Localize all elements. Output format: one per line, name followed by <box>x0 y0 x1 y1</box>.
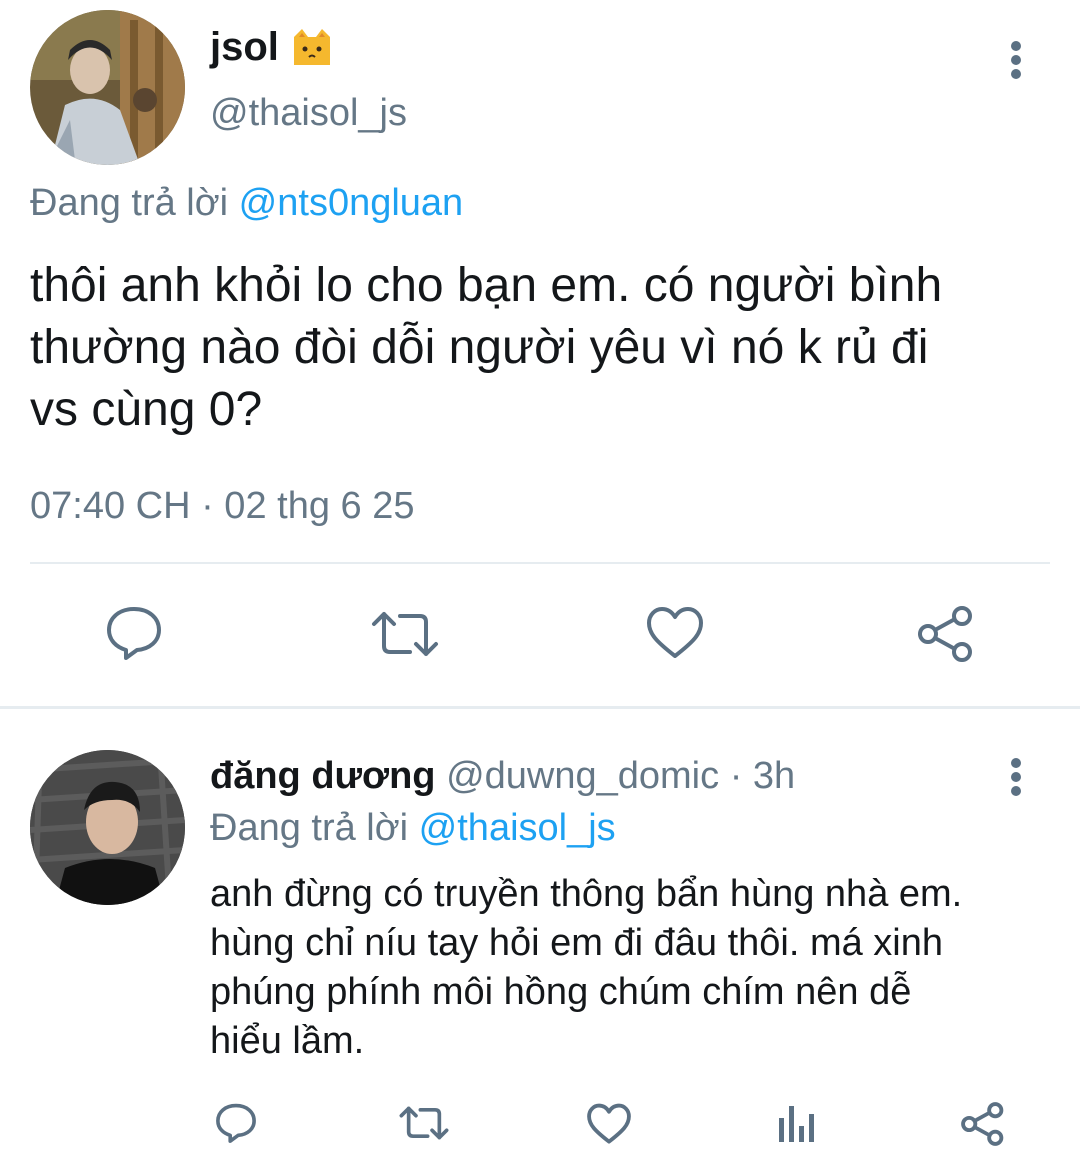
tweet-text-line: thường nào đòi dỗi người yêu vì nó k rủ … <box>30 321 929 374</box>
reply-user-handle[interactable]: @duwng_domic <box>446 755 719 797</box>
avatar[interactable] <box>30 10 185 165</box>
share-icon[interactable] <box>960 1101 1006 1147</box>
reply-to-handle[interactable]: @thaisol_js <box>419 807 616 849</box>
cat-emoji-icon <box>290 27 334 67</box>
tweet-text: thôi anh khỏi lo cho bạn em. có người bì… <box>30 255 942 441</box>
reply-icon[interactable] <box>214 1102 258 1144</box>
reply-text: anh đừng có truyền thông bẩn hùng nhà em… <box>210 870 962 1066</box>
retweet-icon[interactable] <box>398 1104 450 1142</box>
like-icon[interactable] <box>645 606 705 660</box>
tweet-text-line: vs cùng 0? <box>30 383 263 436</box>
like-icon[interactable] <box>586 1103 632 1145</box>
reply-prefix: Đang trả lời <box>30 182 229 224</box>
section-divider <box>0 706 1080 709</box>
share-icon[interactable] <box>916 604 976 664</box>
reply-more-options-icon[interactable] <box>1006 757 1026 799</box>
display-name[interactable]: jsol <box>210 24 279 70</box>
divider <box>30 562 1050 564</box>
reply-text-line: hùng chỉ níu tay hỏi em đi đâu thôi. má … <box>210 922 944 964</box>
retweet-icon[interactable] <box>370 608 440 660</box>
reply-context: Đang trả lời @nts0ngluan <box>30 180 463 226</box>
user-handle[interactable]: @thaisol_js <box>210 90 407 136</box>
more-options-icon[interactable] <box>1006 40 1026 82</box>
reply-text-line: phúng phính môi hồng chúm chím nên dễ <box>210 971 912 1013</box>
tweet-timestamp[interactable]: 07:40 CH · 02 thg 6 25 <box>30 483 414 529</box>
reply-text-line: hiểu lầm. <box>210 1020 365 1062</box>
reply-context: Đang trả lời @thaisol_js <box>210 805 616 851</box>
tweet-text-line: thôi anh khỏi lo cho bạn em. có người bì… <box>30 259 943 312</box>
reply-text-line: anh đừng có truyền thông bẩn hùng nhà em… <box>210 873 963 915</box>
reply-prefix: Đang trả lời <box>210 807 409 849</box>
reply-display-name[interactable]: đăng dương <box>210 755 436 797</box>
reply-icon[interactable] <box>104 604 164 662</box>
reply-to-handle[interactable]: @nts0ngluan <box>239 182 464 224</box>
analytics-icon[interactable] <box>776 1102 816 1144</box>
reply-header: đăng dương @duwng_domic · 3h <box>210 753 795 799</box>
reply-time[interactable]: · 3h <box>730 755 795 797</box>
reply-avatar[interactable] <box>30 750 185 905</box>
